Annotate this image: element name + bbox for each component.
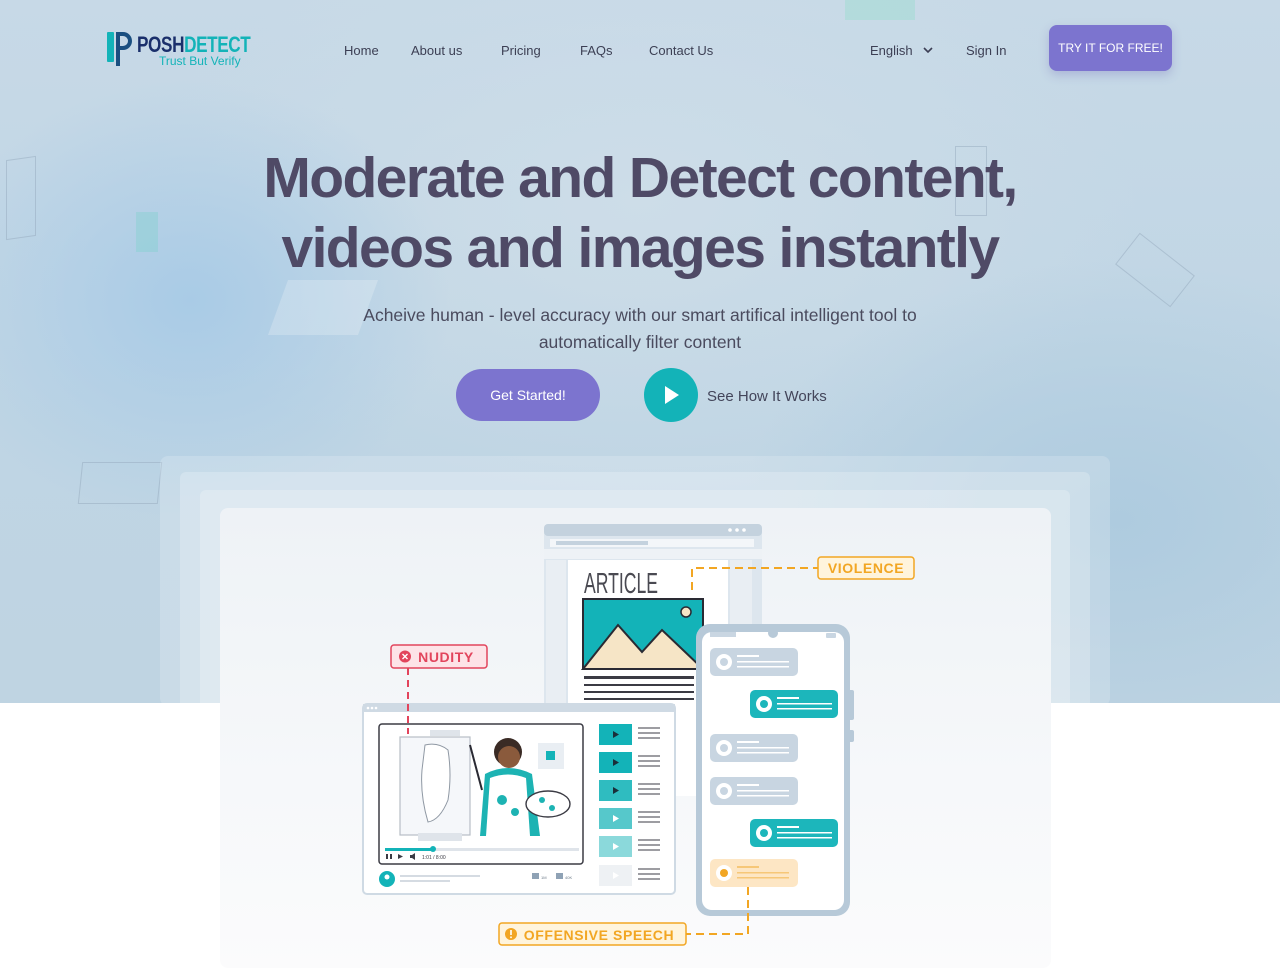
hero-subtext: Acheive human - level accuracy with our … <box>340 302 940 356</box>
sign-in-link[interactable]: Sign In <box>966 43 1006 58</box>
get-started-button[interactable]: Get Started! <box>456 369 600 421</box>
offensive-speech-label: OFFENSIVE SPEECH <box>524 927 674 943</box>
nudity-label: NUDITY <box>418 649 474 665</box>
brand-logo-icon <box>107 32 132 66</box>
brand-tagline: Trust But Verify <box>159 54 241 68</box>
language-select[interactable]: English <box>870 43 913 58</box>
moderation-illustration: ARTICLE VIOLENCE 1:01 / 8:00 1M 40K NUDI… <box>362 524 915 946</box>
top-navigation: POSHDETECT Trust But Verify Home About u… <box>0 0 1280 100</box>
try-free-button[interactable]: TRY IT FOR FREE! <box>1049 25 1172 71</box>
hero-subtext-line1: Acheive human - level accuracy with our … <box>363 305 917 325</box>
violence-label: VIOLENCE <box>828 560 904 576</box>
see-how-it-works-link[interactable]: See How It Works <box>707 388 827 405</box>
hero-subtext-line2: automatically filter content <box>538 332 742 352</box>
hero-headline-line2: videos and images instantly <box>281 216 1000 280</box>
hero-headline: Moderate and Detect content, videos and … <box>0 143 1280 283</box>
brand-logo[interactable]: POSHDETECT Trust But Verify <box>107 32 257 72</box>
nudity-tag: NUDITY <box>390 644 488 669</box>
hero-headline-line1: Moderate and Detect content, <box>263 146 1018 210</box>
video-window: 1:01 / 8:00 1M 40K <box>362 703 676 895</box>
phone-mockup <box>696 624 854 916</box>
nav-link-pricing[interactable]: Pricing <box>501 43 541 58</box>
nav-link-about[interactable]: About us <box>411 43 462 58</box>
dislike-count: 40K <box>565 875 572 880</box>
nav-link-faqs[interactable]: FAQs <box>580 43 613 58</box>
video-time: 1:01 / 8:00 <box>422 855 446 861</box>
nav-link-home[interactable]: Home <box>344 43 379 58</box>
violence-tag: VIOLENCE <box>817 556 915 580</box>
like-count: 1M <box>541 875 547 880</box>
decor-shape <box>77 462 163 504</box>
play-icon <box>665 386 679 404</box>
play-video-button[interactable] <box>644 368 698 422</box>
offensive-speech-tag: OFFENSIVE SPEECH <box>498 922 687 946</box>
chevron-down-icon[interactable] <box>922 45 934 55</box>
article-title: ARTICLE <box>584 568 658 600</box>
nav-link-contact[interactable]: Contact Us <box>649 43 713 58</box>
